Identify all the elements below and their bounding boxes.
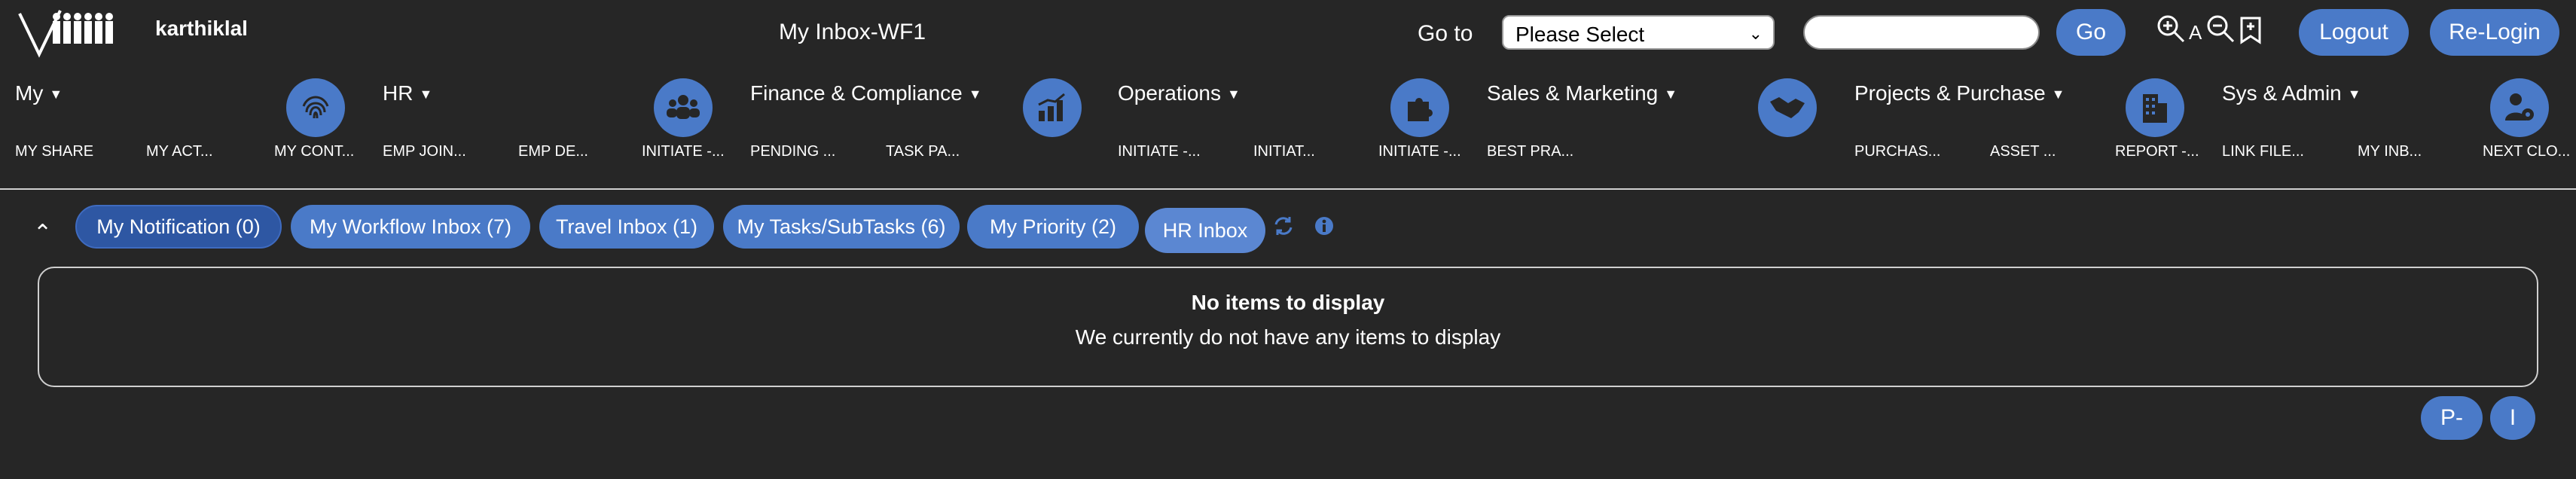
menu-my-label: My bbox=[15, 81, 44, 105]
menu-item[interactable]: EMP JOIN... bbox=[383, 143, 466, 160]
menu-operations[interactable]: Operations ▼ bbox=[1118, 81, 1241, 105]
menu-item[interactable]: EMP DE... bbox=[518, 143, 588, 160]
users-icon[interactable] bbox=[654, 78, 713, 137]
menu-item[interactable]: REPORT -... bbox=[2115, 143, 2199, 160]
go-button[interactable]: Go bbox=[2056, 9, 2126, 56]
tab-my-priority[interactable]: My Priority (2) bbox=[967, 205, 1139, 249]
refresh-icon[interactable] bbox=[1273, 215, 1294, 240]
menu-hr-label: HR bbox=[383, 81, 414, 105]
menu-sys-admin-label: Sys & Admin bbox=[2222, 81, 2342, 105]
user-name: karthiklal bbox=[155, 17, 248, 40]
menu-projects[interactable]: Projects & Purchase ▼ bbox=[1854, 81, 2065, 105]
menu-item[interactable]: MY CONT... bbox=[274, 143, 354, 160]
zoom-in-icon[interactable] bbox=[2156, 14, 2186, 47]
menu-item[interactable]: INITIATE -... bbox=[1378, 143, 1461, 160]
caret-down-icon: ▼ bbox=[2051, 87, 2065, 102]
bookmark-icon[interactable] bbox=[2239, 15, 2263, 49]
menu-finance-label: Finance & Compliance bbox=[750, 81, 963, 105]
goto-select[interactable]: Please Select ⌄ bbox=[1502, 15, 1775, 50]
tab-my-tasks-subtasks[interactable]: My Tasks/SubTasks (6) bbox=[723, 205, 960, 249]
menu-item[interactable]: ASSET ... bbox=[1990, 143, 2056, 160]
page-title: My Inbox-WF1 bbox=[779, 20, 926, 44]
menu-item[interactable]: PURCHAS... bbox=[1854, 143, 1940, 160]
puzzle-icon[interactable] bbox=[1390, 78, 1449, 137]
zoom-out-icon[interactable] bbox=[2205, 14, 2236, 47]
prev-page-button[interactable]: P- bbox=[2421, 396, 2483, 440]
tab-travel-inbox[interactable]: Travel Inbox (1) bbox=[539, 205, 714, 249]
menu-item[interactable]: NEXT CLO... bbox=[2483, 143, 2570, 160]
company-logo bbox=[17, 8, 116, 60]
menu-item[interactable]: MY INB... bbox=[2358, 143, 2422, 160]
menu-finance[interactable]: Finance & Compliance ▼ bbox=[750, 81, 982, 105]
building-icon[interactable] bbox=[2126, 78, 2184, 137]
goto-label: Go to bbox=[1418, 21, 1473, 46]
user-gear-icon[interactable] bbox=[2490, 78, 2549, 137]
caret-down-icon: ▼ bbox=[968, 87, 982, 102]
menu-item[interactable]: INITIAT... bbox=[1253, 143, 1315, 160]
next-page-button[interactable]: I bbox=[2490, 396, 2535, 440]
menu-item[interactable]: LINK FILE... bbox=[2222, 143, 2304, 160]
menu-item[interactable]: MY SHARE bbox=[15, 143, 93, 160]
menu-my[interactable]: My ▼ bbox=[15, 81, 63, 105]
goto-select-value: Please Select bbox=[1515, 23, 1645, 46]
handshake-icon[interactable] bbox=[1758, 78, 1817, 137]
caret-down-icon: ▼ bbox=[1226, 87, 1241, 102]
chevron-down-icon: ⌄ bbox=[1748, 24, 1763, 43]
menu-sys-admin[interactable]: Sys & Admin ▼ bbox=[2222, 81, 2361, 105]
empty-state-message: We currently do not have any items to di… bbox=[1075, 325, 1501, 349]
caret-down-icon: ▼ bbox=[2347, 87, 2361, 102]
menu-projects-label: Projects & Purchase bbox=[1854, 81, 2046, 105]
menu-item[interactable]: TASK PA... bbox=[886, 143, 960, 160]
caret-down-icon: ▼ bbox=[1664, 87, 1678, 102]
relogin-button[interactable]: Re-Login bbox=[2430, 9, 2559, 56]
nav-divider bbox=[0, 188, 2576, 190]
menu-hr[interactable]: HR ▼ bbox=[383, 81, 432, 105]
info-icon[interactable] bbox=[1314, 215, 1335, 240]
empty-state-title: No items to display bbox=[1191, 291, 1385, 314]
menu-item[interactable]: INITIATE -... bbox=[642, 143, 725, 160]
menu-item[interactable]: PENDING ... bbox=[750, 143, 835, 160]
empty-state-panel: No items to display We currently do not … bbox=[38, 267, 2538, 387]
logout-button[interactable]: Logout bbox=[2299, 9, 2409, 56]
tab-my-notification[interactable]: My Notification (0) bbox=[75, 205, 282, 249]
tab-my-workflow-inbox[interactable]: My Workflow Inbox (7) bbox=[291, 205, 530, 249]
menu-item[interactable]: BEST PRA... bbox=[1487, 143, 1573, 160]
tab-hr-inbox[interactable]: HR Inbox bbox=[1145, 208, 1265, 253]
menu-item[interactable]: INITIATE -... bbox=[1118, 143, 1201, 160]
menu-sales-label: Sales & Marketing bbox=[1487, 81, 1659, 105]
menu-item[interactable]: MY ACT... bbox=[146, 143, 213, 160]
fingerprint-icon[interactable] bbox=[286, 78, 345, 137]
caret-down-icon: ▼ bbox=[49, 87, 63, 102]
menu-sales[interactable]: Sales & Marketing ▼ bbox=[1487, 81, 1677, 105]
caret-down-icon: ▼ bbox=[419, 87, 433, 102]
font-size-label: A bbox=[2189, 21, 2202, 44]
menu-operations-label: Operations bbox=[1118, 81, 1221, 105]
bar-chart-icon[interactable] bbox=[1023, 78, 1082, 137]
collapse-chevron-up-icon[interactable]: ⌃ bbox=[33, 220, 52, 246]
search-input[interactable] bbox=[1803, 15, 2040, 50]
